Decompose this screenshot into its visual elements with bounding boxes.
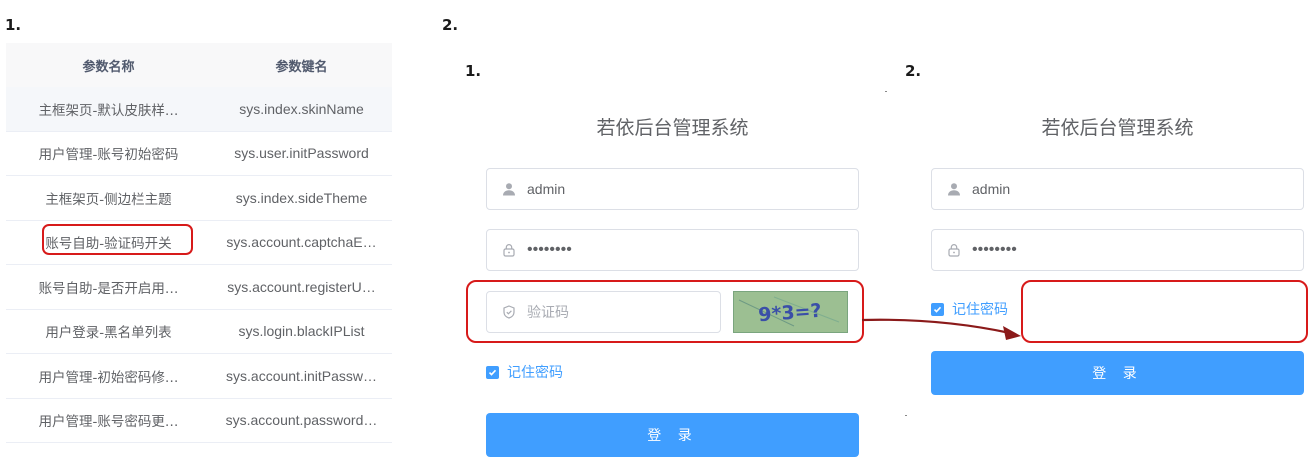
arrow-icon [861, 318, 1021, 340]
